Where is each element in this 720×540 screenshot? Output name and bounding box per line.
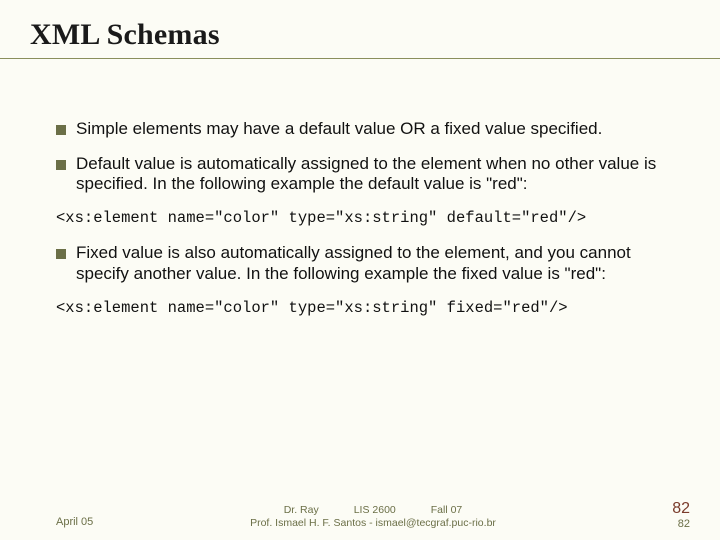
footer: April 05 Dr. Ray LIS 2600 Fall 07 Prof. … bbox=[0, 504, 720, 530]
code-snippet: <xs:element name="color" type="xs:string… bbox=[56, 209, 684, 227]
bullet-item: Default value is automatically assigned … bbox=[56, 154, 684, 195]
square-bullet-icon bbox=[56, 125, 66, 135]
bullet-text: Default value is automatically assigned … bbox=[76, 154, 684, 195]
footer-line1: Dr. Ray LIS 2600 Fall 07 bbox=[56, 504, 690, 517]
footer-line2: Prof. Ismael H. F. Santos - ismael@tecgr… bbox=[56, 517, 690, 530]
square-bullet-icon bbox=[56, 160, 66, 170]
code-snippet: <xs:element name="color" type="xs:string… bbox=[56, 299, 684, 317]
page-number-small: 82 bbox=[672, 518, 690, 530]
slide: XML Schemas Simple elements may have a d… bbox=[0, 0, 720, 540]
bullet-item: Simple elements may have a default value… bbox=[56, 119, 684, 140]
footer-date: April 05 bbox=[56, 516, 93, 528]
bullet-text: Simple elements may have a default value… bbox=[76, 119, 602, 140]
content-area: Simple elements may have a default value… bbox=[0, 59, 720, 317]
footer-page: 82 82 bbox=[672, 500, 690, 530]
page-number-large: 82 bbox=[672, 500, 690, 518]
bullet-item: Fixed value is also automatically assign… bbox=[56, 243, 684, 284]
square-bullet-icon bbox=[56, 249, 66, 259]
slide-title: XML Schemas bbox=[0, 18, 720, 52]
footer-credits: Dr. Ray LIS 2600 Fall 07 Prof. Ismael H.… bbox=[56, 504, 690, 530]
bullet-text: Fixed value is also automatically assign… bbox=[76, 243, 684, 284]
